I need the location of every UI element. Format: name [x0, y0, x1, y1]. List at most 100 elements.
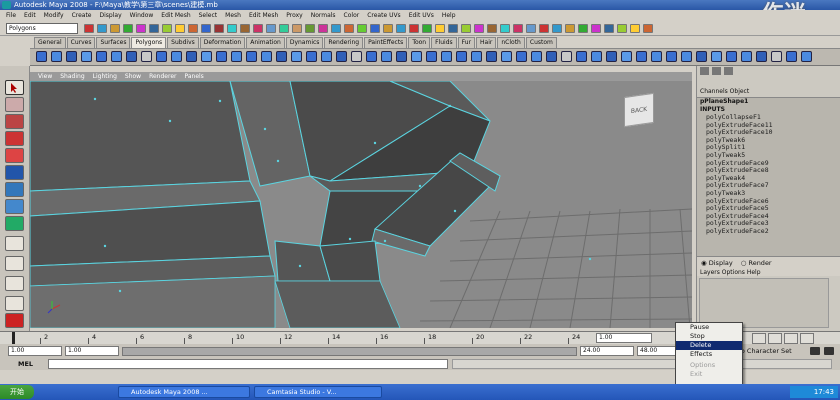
polygon-shelf-tool-icon[interactable]	[366, 51, 377, 62]
status-line-tool-icon[interactable]	[240, 24, 250, 33]
channel-box-toggle-icon[interactable]	[700, 67, 709, 75]
polygon-shelf-tool-icon[interactable]	[351, 51, 362, 62]
polygon-shelf-tool-icon[interactable]	[126, 51, 137, 62]
panel-menu-item[interactable]: Lighting	[93, 72, 117, 81]
menu-item[interactable]: Edit	[24, 10, 36, 21]
menu-item[interactable]: Window	[130, 10, 154, 21]
status-line-tool-icon[interactable]	[214, 24, 224, 33]
status-line-tool-icon[interactable]	[97, 24, 107, 33]
menu-item[interactable]: Edit UVs	[409, 10, 434, 21]
panel-menu-item[interactable]: Panels	[184, 72, 203, 81]
polygon-shelf-tool-icon[interactable]	[81, 51, 92, 62]
status-line-tool-icon[interactable]	[396, 24, 406, 33]
status-line-tool-icon[interactable]	[344, 24, 354, 33]
status-line-tool-icon[interactable]	[279, 24, 289, 33]
shelf-tab-deformation[interactable]: Deformation	[199, 37, 246, 48]
status-line-tool-icon[interactable]	[461, 24, 471, 33]
menu-item[interactable]: Edit Mesh	[249, 10, 278, 21]
status-line-tool-icon[interactable]	[149, 24, 159, 33]
status-line-tool-icon[interactable]	[526, 24, 536, 33]
panel-menu-item[interactable]: Renderer	[149, 72, 176, 81]
range-inner-start-field[interactable]: 1.00	[65, 346, 119, 356]
layout-outliner-icon[interactable]	[5, 296, 24, 311]
polygon-shelf-tool-icon[interactable]	[426, 51, 437, 62]
polygon-shelf-tool-icon[interactable]	[651, 51, 662, 62]
range-start-field[interactable]: 1.00	[8, 346, 62, 356]
status-line-tool-icon[interactable]	[409, 24, 419, 33]
polygon-shelf-tool-icon[interactable]	[786, 51, 797, 62]
polygon-shelf-tool-icon[interactable]	[726, 51, 737, 62]
status-line-tool-icon[interactable]	[188, 24, 198, 33]
polygon-shelf-tool-icon[interactable]	[666, 51, 677, 62]
polygon-shelf-tool-icon[interactable]	[111, 51, 122, 62]
status-line-tool-icon[interactable]	[565, 24, 575, 33]
render-radio[interactable]: ○ Render	[741, 259, 772, 267]
status-line-tool-icon[interactable]	[253, 24, 263, 33]
polygon-shelf-tool-icon[interactable]	[591, 51, 602, 62]
polygon-shelf-tool-icon[interactable]	[156, 51, 167, 62]
status-line-tool-icon[interactable]	[136, 24, 146, 33]
manipulator-tool-icon[interactable]	[5, 182, 24, 197]
polygon-shelf-tool-icon[interactable]	[66, 51, 77, 62]
display-radio[interactable]: ◉ Display	[701, 259, 733, 267]
menu-item[interactable]: Edit Mesh	[161, 10, 190, 21]
context-menu-item-stop[interactable]: Stop	[676, 332, 742, 341]
viewcube[interactable]: BACK	[624, 92, 654, 128]
polygon-shelf-tool-icon[interactable]	[531, 51, 542, 62]
status-line-tool-icon[interactable]	[539, 24, 549, 33]
menu-item[interactable]: Display	[100, 10, 122, 21]
polygon-shelf-tool-icon[interactable]	[741, 51, 752, 62]
menu-item[interactable]: Proxy	[286, 10, 302, 21]
polygon-shelf-tool-icon[interactable]	[171, 51, 182, 62]
play-back-button[interactable]	[752, 333, 766, 344]
layout-persp-icon[interactable]	[5, 276, 24, 291]
polygon-shelf-tool-icon[interactable]	[471, 51, 482, 62]
move-tool-icon[interactable]	[5, 131, 24, 146]
layer-menu[interactable]: Layers Options Help	[697, 269, 840, 277]
polygon-shelf-tool-icon[interactable]	[186, 51, 197, 62]
shelf-tab-rendering[interactable]: Rendering	[324, 37, 364, 48]
polygon-shelf-tool-icon[interactable]	[261, 51, 272, 62]
status-line-tool-icon[interactable]	[318, 24, 328, 33]
status-line-tool-icon[interactable]	[448, 24, 458, 33]
layout-single-icon[interactable]	[5, 216, 24, 231]
polygon-shelf-tool-icon[interactable]	[711, 51, 722, 62]
polygon-shelf-tool-icon[interactable]	[276, 51, 287, 62]
polygon-shelf-tool-icon[interactable]	[636, 51, 647, 62]
attribute-editor-toggle-icon[interactable]	[724, 67, 733, 75]
shape-node-name[interactable]: pPlaneShape1	[697, 98, 840, 106]
polygon-shelf-tool-icon[interactable]	[516, 51, 527, 62]
polygon-shelf-tool-icon[interactable]	[576, 51, 587, 62]
context-menu-item-delete[interactable]: Delete	[676, 341, 742, 350]
polygon-shelf-tool-icon[interactable]	[141, 51, 152, 62]
shelf-tab-polygons[interactable]: Polygons	[131, 37, 167, 48]
polygon-shelf-tool-icon[interactable]	[696, 51, 707, 62]
status-line-tool-icon[interactable]	[175, 24, 185, 33]
polygon-shelf-tool-icon[interactable]	[336, 51, 347, 62]
polygon-shelf-tool-icon[interactable]	[201, 51, 212, 62]
shelf-tab-subdivs[interactable]: Subdivs	[167, 37, 199, 48]
status-line-tool-icon[interactable]	[617, 24, 627, 33]
shelf-tab-ncloth[interactable]: nCloth	[497, 37, 525, 48]
select-tool-icon[interactable]	[5, 80, 24, 95]
status-line-tool-icon[interactable]	[643, 24, 653, 33]
scale-tool-icon[interactable]	[5, 165, 24, 180]
status-line-tool-icon[interactable]	[604, 24, 614, 33]
maya-quick-icon[interactable]	[5, 313, 24, 328]
go-to-end-button[interactable]	[800, 333, 814, 344]
menu-item[interactable]: Create	[72, 10, 92, 21]
polygon-shelf-tool-icon[interactable]	[396, 51, 407, 62]
status-line-tool-icon[interactable]	[201, 24, 211, 33]
status-line-tool-icon[interactable]	[474, 24, 484, 33]
polygon-shelf-tool-icon[interactable]	[231, 51, 242, 62]
menu-item[interactable]: Modify	[44, 10, 64, 21]
task-camtasia[interactable]: Camtasia Studio - V...	[254, 386, 382, 398]
layout-two-icon[interactable]	[5, 256, 24, 271]
shelf-tab-painteffects[interactable]: PaintEffects	[364, 37, 408, 48]
menu-item[interactable]: Normals	[311, 10, 336, 21]
status-line-tool-icon[interactable]	[591, 24, 601, 33]
status-line-tool-icon[interactable]	[383, 24, 393, 33]
status-line-tool-icon[interactable]	[500, 24, 510, 33]
status-line-tool-icon[interactable]	[552, 24, 562, 33]
status-line-tool-icon[interactable]	[266, 24, 276, 33]
